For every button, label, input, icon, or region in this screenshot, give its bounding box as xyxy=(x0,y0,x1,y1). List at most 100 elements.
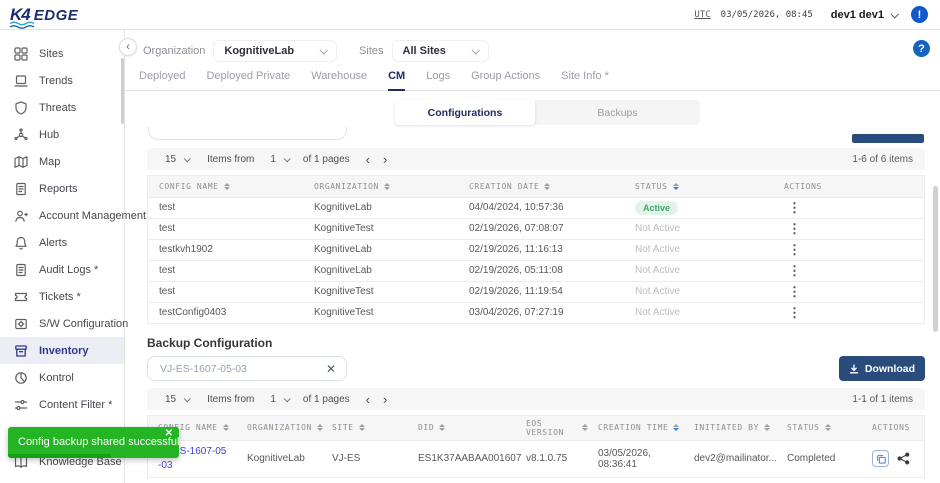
sidebar-item-threats[interactable]: Threats xyxy=(0,94,124,121)
sidebar-collapse-button[interactable]: ‹ xyxy=(119,38,137,56)
column-config-name[interactable]: CONFIG NAME xyxy=(148,176,303,197)
user-menu[interactable]: dev1 dev1 xyxy=(831,9,884,21)
tab-warehouse[interactable]: Warehouse xyxy=(311,62,367,90)
tab-site-info[interactable]: Site Info * xyxy=(561,62,609,90)
sidebar-item-content-filter[interactable]: Content Filter * xyxy=(0,391,124,418)
page-select[interactable]: 1 xyxy=(270,394,289,405)
backup-table-header-row: CONFIG NAME ORGANIZATION SITE DID EOS VE… xyxy=(148,416,924,440)
sidebar-item-reports[interactable]: Reports xyxy=(0,175,124,202)
column-creation-date[interactable]: CREATION DATE xyxy=(458,176,624,197)
column-site[interactable]: SITE xyxy=(322,416,408,440)
sort-icon[interactable] xyxy=(223,424,229,431)
config-name-cell: test xyxy=(148,197,303,218)
close-icon[interactable]: ✕ xyxy=(165,428,173,439)
next-page-button[interactable]: › xyxy=(383,153,387,166)
sort-icon[interactable] xyxy=(224,183,230,190)
actions-cell: ⋮ xyxy=(773,281,924,302)
sites-label: Sites xyxy=(359,45,383,57)
sites-select[interactable]: All Sites xyxy=(392,40,489,62)
sort-icon[interactable] xyxy=(825,424,831,431)
status-cell: Not Active xyxy=(624,302,773,323)
prev-page-button[interactable]: ‹ xyxy=(366,393,370,406)
tab-deployed[interactable]: Deployed xyxy=(139,62,185,90)
sort-icon[interactable] xyxy=(582,424,588,431)
archive-box-icon xyxy=(14,343,29,358)
page-size-select[interactable]: 15 xyxy=(165,394,189,405)
organization-cell: KognitiveLab xyxy=(303,239,458,260)
kebab-menu-icon[interactable]: ⋮ xyxy=(784,221,805,236)
sidebar-item-kontrol[interactable]: Kontrol xyxy=(0,364,124,391)
status-cell: Active xyxy=(624,197,773,218)
sort-icon[interactable] xyxy=(359,424,365,431)
sort-icon-active[interactable] xyxy=(673,424,679,431)
tab-deployed-private[interactable]: Deployed Private xyxy=(206,62,290,90)
sidebar-item-trends[interactable]: Trends xyxy=(0,67,124,94)
download-button[interactable]: Download xyxy=(839,356,925,381)
toggle-configurations[interactable]: Configurations xyxy=(395,100,535,125)
kebab-menu-icon[interactable]: ⋮ xyxy=(784,284,805,299)
sidebar-item-audit-logs[interactable]: Audit Logs * xyxy=(0,256,124,283)
page-select[interactable]: 1 xyxy=(270,154,289,165)
toggle-backups[interactable]: Backups xyxy=(535,100,700,125)
backup-search-input[interactable] xyxy=(148,363,316,375)
sort-icon[interactable] xyxy=(317,424,323,431)
sidebar-item-hub[interactable]: Hub xyxy=(0,121,124,148)
alert-badge-icon[interactable]: ! xyxy=(911,6,928,23)
sidebar-item-sites[interactable]: Sites xyxy=(0,40,124,67)
kebab-menu-icon[interactable]: ⋮ xyxy=(784,263,805,278)
sidebar-item-tickets[interactable]: Tickets * xyxy=(0,283,124,310)
tab-logs[interactable]: Logs xyxy=(426,62,450,90)
tab-cm[interactable]: CM xyxy=(388,62,405,91)
sidebar-item-account-management[interactable]: Account Management xyxy=(0,202,124,229)
sort-icon[interactable] xyxy=(764,424,770,431)
chevron-down-icon[interactable] xyxy=(890,10,898,18)
chevron-down-icon xyxy=(320,46,328,54)
column-did[interactable]: DID xyxy=(408,416,516,440)
page-size-select[interactable]: 15 xyxy=(165,154,189,165)
sort-icon[interactable] xyxy=(439,424,445,431)
download-icon xyxy=(849,364,859,374)
kebab-menu-icon[interactable]: ⋮ xyxy=(784,305,805,320)
sidebar-item-map[interactable]: Map xyxy=(0,148,124,175)
clear-search-icon[interactable]: ✕ xyxy=(316,362,346,376)
k4edge-logo: K4 EDGE xyxy=(10,5,78,25)
sidebar-item-sw-configuration[interactable]: S/W Configuration xyxy=(0,310,124,337)
status-text: Not Active xyxy=(635,244,680,255)
column-status[interactable]: STATUS xyxy=(624,176,773,197)
shield-icon xyxy=(14,100,29,115)
items-range-label: 1-6 of 6 items xyxy=(852,154,913,165)
copy-icon[interactable] xyxy=(872,450,889,467)
organization-select[interactable]: KognitiveLab xyxy=(213,40,337,62)
monitor-icon xyxy=(14,73,29,88)
sidebar-nav: Sites Trends Threats Hub Map Reports Acc… xyxy=(0,30,125,483)
column-status[interactable]: STATUS xyxy=(777,416,862,440)
sidebar-item-alerts[interactable]: Alerts xyxy=(0,229,124,256)
prev-page-button[interactable]: ‹ xyxy=(366,153,370,166)
column-organization[interactable]: ORGANIZATION xyxy=(303,176,458,197)
column-eos-version[interactable]: EOS VERSION xyxy=(516,416,588,440)
column-creation-time[interactable]: CREATION TIME xyxy=(588,416,684,440)
chevron-down-icon xyxy=(284,395,291,402)
sort-icon[interactable] xyxy=(544,183,550,190)
cropped-search-input[interactable] xyxy=(148,127,347,140)
help-icon[interactable]: ? xyxy=(913,40,930,57)
actions-cell: ⋮ xyxy=(773,218,924,239)
config-pagination-bar: 15 Items from 1 of 1 pages ‹ › 1-6 of 6 … xyxy=(147,148,925,170)
column-organization[interactable]: ORGANIZATION xyxy=(237,416,322,440)
share-icon[interactable] xyxy=(897,452,910,465)
next-page-button[interactable]: › xyxy=(383,393,387,406)
organization-cell: KognitiveTest xyxy=(303,218,458,239)
tab-group-actions[interactable]: Group Actions xyxy=(471,62,540,90)
sort-icon[interactable] xyxy=(384,183,390,190)
kebab-menu-icon[interactable]: ⋮ xyxy=(784,200,805,215)
sort-icon-active[interactable] xyxy=(673,183,679,190)
kebab-menu-icon[interactable]: ⋮ xyxy=(784,242,805,257)
sidebar-scrollbar[interactable] xyxy=(121,58,124,124)
column-initiated-by[interactable]: INITIATED BY xyxy=(684,416,777,440)
document-icon xyxy=(14,262,29,277)
sidebar-item-inventory[interactable]: Inventory xyxy=(0,337,124,364)
config-name-cell: test xyxy=(148,281,303,302)
cropped-action-button[interactable] xyxy=(852,134,924,143)
timezone-toggle[interactable]: UTC xyxy=(694,10,710,20)
window-scrollbar[interactable] xyxy=(933,186,938,332)
